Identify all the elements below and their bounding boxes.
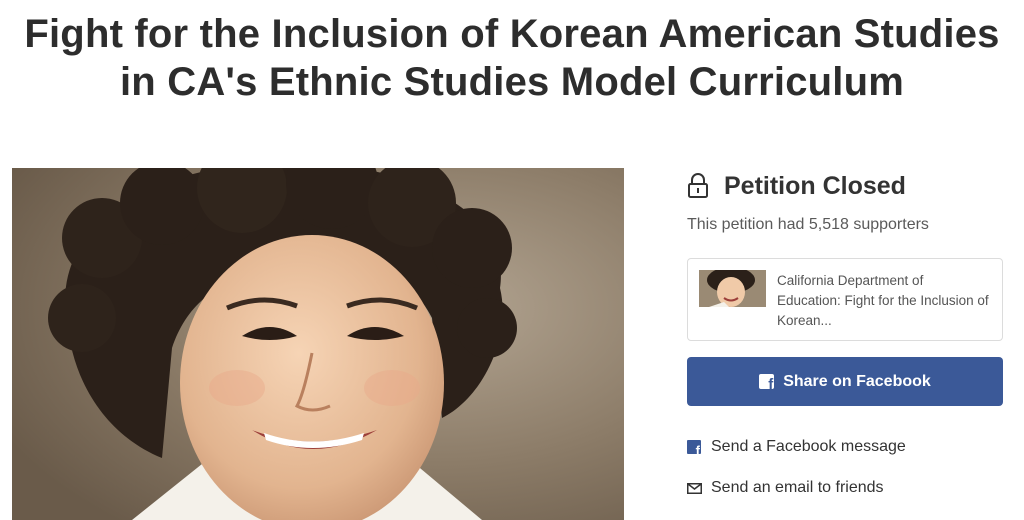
send-facebook-message-label: Send a Facebook message [711,438,906,455]
petition-closed-label: Petition Closed [724,171,906,200]
petition-hero-image [12,168,624,520]
send-facebook-message-link[interactable]: f Send a Facebook message [687,438,906,456]
share-preview-thumbnail [699,270,766,307]
supporters-count: This petition had 5,518 supporters [687,216,929,233]
share-preview-line-2: Education: Fight for the Inclusion of [777,293,989,308]
lock-icon [688,173,708,198]
send-email-label: Send an email to friends [711,479,884,496]
facebook-icon: f [687,440,701,454]
thumbnail-portrait [699,270,766,307]
share-preview-text: California Department of Education: Figh… [777,271,999,331]
petition-title-line-1: Fight for the Inclusion of Korean Americ… [24,12,1000,56]
portrait-illustration [12,168,624,520]
petition-title-line-2: in CA's Ethnic Studies Model Curriculum [119,60,905,104]
share-on-facebook-label: Share on Facebook [783,372,931,390]
petition-title: Fight for the Inclusion of Korean Americ… [0,10,1024,106]
petition-status: Petition Closed [687,168,906,204]
share-on-facebook-button[interactable]: f Share on Facebook [687,357,1003,406]
envelope-icon [687,482,702,494]
share-preview-card[interactable]: California Department of Education: Figh… [687,258,1003,341]
share-preview-line-1: California Department of [777,273,924,288]
send-email-link[interactable]: Send an email to friends [687,479,884,497]
facebook-icon: f [759,374,775,389]
share-preview-line-3: Korean... [777,313,832,328]
